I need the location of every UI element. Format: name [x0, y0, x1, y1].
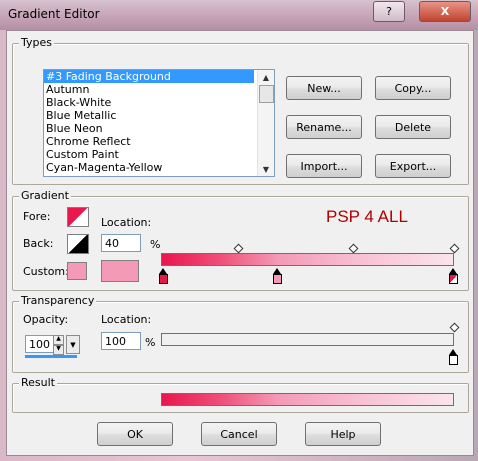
list-item[interactable]: #3 Fading Background [44, 70, 254, 83]
close-button[interactable]: X [419, 1, 471, 22]
rename-button[interactable]: Rename... [286, 115, 362, 139]
gradient-location-percent: % [150, 238, 161, 251]
midpoint-marker-1[interactable] [233, 243, 244, 254]
color-stop-3[interactable] [449, 268, 458, 284]
opacity-label: Opacity: [23, 313, 69, 326]
result-group: Result [12, 376, 469, 413]
delete-button[interactable]: Delete [375, 115, 451, 139]
gradient-group-label: Gradient [19, 189, 71, 202]
question-icon: ? [386, 5, 392, 18]
transparency-group-label: Transparency [19, 294, 97, 307]
spin-down-icon[interactable]: ▼ [53, 345, 64, 355]
psp-watermark-text: PSP 4 ALL [326, 207, 408, 226]
transparency-group: Transparency Opacity: 100 ▲ ▼ ▼ Location… [12, 294, 469, 373]
spin-up-icon[interactable]: ▲ [53, 335, 64, 345]
color-stop-2[interactable] [273, 268, 282, 284]
list-item[interactable]: Blue Neon [44, 122, 254, 135]
midpoint-marker-3[interactable] [449, 243, 460, 254]
close-icon: X [440, 5, 450, 18]
scroll-up-icon[interactable]: ▲ [258, 70, 274, 84]
result-preview-bar [161, 393, 454, 406]
import-button[interactable]: Import... [286, 154, 362, 178]
types-group-label: Types [19, 36, 54, 49]
transparency-preview-bar[interactable] [161, 333, 454, 346]
fore-label: Fore: [23, 210, 51, 223]
transparency-midpoint-marker[interactable] [449, 322, 460, 333]
list-item[interactable]: Blue Metallic [44, 109, 254, 122]
transparency-location-input[interactable]: 100 [101, 332, 141, 350]
back-label: Back: [23, 237, 54, 250]
custom-color-swatch[interactable] [67, 262, 87, 280]
export-button[interactable]: Export... [375, 154, 451, 178]
cancel-button[interactable]: Cancel [201, 422, 277, 446]
window-title: Gradient Editor [8, 7, 100, 21]
list-item[interactable]: Custom Paint [44, 148, 254, 161]
color-stop-1[interactable] [159, 268, 168, 284]
opacity-slider-indicator[interactable] [25, 355, 77, 358]
gradient-preview-bar[interactable] [161, 253, 454, 266]
transparency-location-percent: % [145, 336, 156, 349]
opacity-dropdown-icon[interactable]: ▼ [66, 335, 80, 354]
scroll-thumb[interactable] [259, 85, 274, 103]
title-bar[interactable]: Gradient Editor ? X [0, 0, 478, 30]
custom-label: Custom: [23, 265, 69, 278]
fore-color-swatch[interactable] [67, 207, 89, 227]
list-item[interactable]: Cyan-Magenta-Yellow [44, 161, 254, 174]
ok-button[interactable]: OK [97, 422, 173, 446]
list-item[interactable]: Autumn [44, 83, 254, 96]
dialog-body: Types #3 Fading Background Autumn Black-Wh… [6, 30, 474, 456]
gradient-type-list[interactable]: #3 Fading Background Autumn Black-White Blu… [43, 69, 275, 177]
types-group: Types #3 Fading Background Autumn Black-Wh… [12, 36, 469, 185]
list-item[interactable]: Chrome Reflect [44, 135, 254, 148]
midpoint-marker-2[interactable] [348, 243, 359, 254]
opacity-spinner[interactable]: ▲ ▼ [53, 335, 64, 355]
list-item[interactable]: Dark Chrome [44, 174, 254, 176]
result-group-label: Result [19, 376, 57, 389]
transparency-stop[interactable] [449, 349, 458, 365]
copy-button[interactable]: Copy... [375, 76, 451, 100]
gradient-location-label: Location: [101, 216, 152, 229]
list-scrollbar[interactable]: ▲ ▼ [257, 70, 274, 176]
new-button[interactable]: New... [286, 76, 362, 100]
gradient-location-input[interactable]: 40 [101, 234, 141, 252]
scroll-down-icon[interactable]: ▼ [258, 162, 274, 176]
gradient-group: Gradient Fore: Back: Custom: Location: 4… [12, 189, 469, 291]
custom-color-preview[interactable] [101, 260, 139, 282]
list-item[interactable]: Black-White [44, 96, 254, 109]
transparency-location-label: Location: [101, 313, 152, 326]
back-color-swatch[interactable] [67, 234, 89, 254]
gradient-editor-window: Gradient Editor ? X Types #3 Fading Back… [0, 0, 478, 461]
help-button[interactable]: Help [305, 422, 381, 446]
help-icon-button[interactable]: ? [373, 1, 405, 22]
